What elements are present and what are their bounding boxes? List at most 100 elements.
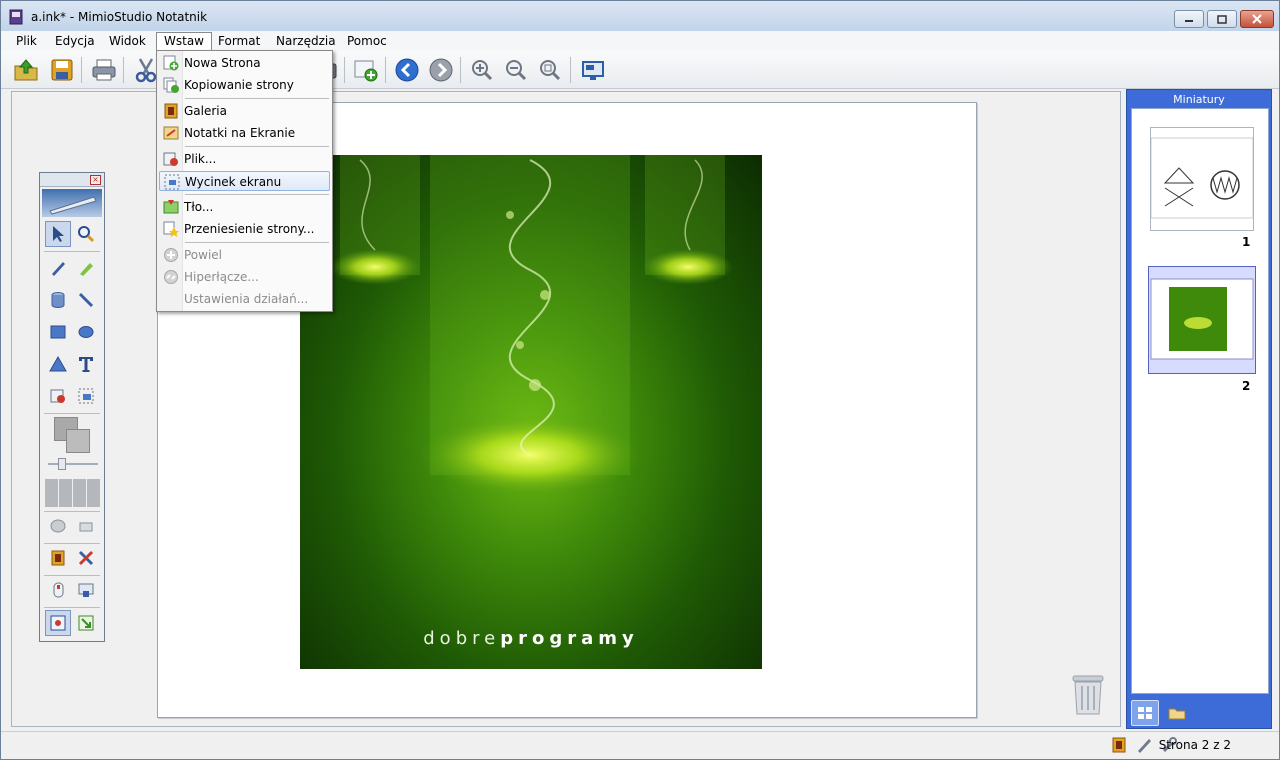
- palette-header[interactable]: ×: [40, 173, 104, 187]
- pen-tool[interactable]: [45, 255, 71, 281]
- desktop-tool[interactable]: [73, 577, 99, 603]
- palette-separator: [44, 511, 100, 512]
- eraser-icon: [79, 522, 93, 532]
- thumbnails-view-button[interactable]: [1131, 700, 1159, 726]
- menu-format[interactable]: Format: [211, 33, 267, 51]
- insert-image-tool[interactable]: [45, 383, 71, 409]
- zoom-out-icon: [506, 60, 527, 81]
- maximize-button[interactable]: [1207, 10, 1237, 28]
- line-icon: [78, 292, 94, 308]
- insert-menu-dropdown: Nowa Strona Kopiowanie strony Galeria No…: [156, 50, 333, 312]
- new-page-button[interactable]: [351, 55, 381, 85]
- triangle-tool[interactable]: [45, 351, 71, 377]
- next-page-button[interactable]: [426, 55, 456, 85]
- menu-item-copy-page[interactable]: Kopiowanie strony: [159, 75, 330, 95]
- zoom-tool[interactable]: [73, 221, 99, 247]
- pattern-grid[interactable]: [45, 479, 101, 507]
- palette-close-button[interactable]: ×: [90, 175, 101, 185]
- fill-tool[interactable]: [45, 287, 71, 313]
- pen-icon: [52, 262, 65, 276]
- zoom-in-button[interactable]: [467, 55, 497, 85]
- palette-tool[interactable]: [45, 513, 71, 539]
- paint-bucket-icon: [51, 292, 65, 308]
- menu-separator: [185, 194, 329, 195]
- minimize-button[interactable]: [1174, 10, 1204, 28]
- save-button[interactable]: [47, 55, 77, 85]
- menu-label: Nowa Strona: [184, 56, 261, 70]
- line-tool[interactable]: [73, 287, 99, 313]
- folder-icon: [1168, 708, 1186, 720]
- close-button[interactable]: [1240, 10, 1274, 28]
- text-tool[interactable]: [73, 351, 99, 377]
- status-pen-button[interactable]: [1134, 735, 1154, 755]
- menu-separator: [185, 146, 329, 147]
- menu-label: Przeniesienie strony...: [184, 222, 315, 236]
- palette-separator: [44, 575, 100, 576]
- menu-item-screen-notes[interactable]: Notatki na Ekranie: [159, 123, 330, 143]
- print-button[interactable]: [89, 55, 119, 85]
- wrench-brush-icon: [78, 550, 94, 566]
- gallery-icon: [1112, 737, 1126, 753]
- text-icon: [79, 357, 93, 372]
- status-bar: Strona 2 z 2: [1, 731, 1279, 759]
- menu-narzedzia[interactable]: Narzędzia: [269, 33, 343, 51]
- ellipse-tool[interactable]: [73, 319, 99, 345]
- toolbar-separator: [81, 57, 82, 83]
- highlighter-tool[interactable]: [73, 255, 99, 281]
- toolbar-separator: [460, 57, 461, 83]
- zoom-out-button[interactable]: [501, 55, 531, 85]
- menu-item-action-settings: Ustawienia działań...: [159, 289, 330, 309]
- mouse-mode-tool[interactable]: [45, 577, 71, 603]
- thumbnail-2-preview: [1150, 278, 1254, 360]
- export-tool[interactable]: [73, 610, 99, 636]
- menu-edycja[interactable]: Edycja: [48, 33, 102, 51]
- thumbnail-1-preview: [1150, 137, 1254, 219]
- color-swatch[interactable]: [54, 417, 90, 453]
- previous-page-button[interactable]: [392, 55, 422, 85]
- image-insert-icon: [50, 389, 65, 403]
- thickness-slider[interactable]: [48, 457, 98, 471]
- background-icon: [163, 200, 179, 214]
- close-icon: [1252, 14, 1262, 24]
- trash-icon[interactable]: [1070, 672, 1106, 716]
- menu-item-background[interactable]: Tło...: [159, 197, 330, 217]
- open-button[interactable]: [11, 55, 41, 85]
- status-gallery-button[interactable]: [1109, 735, 1129, 755]
- window-title: a.ink* - MimioStudio Notatnik: [31, 10, 208, 24]
- screen-clip-tool[interactable]: [73, 383, 99, 409]
- page-thumbnail-2[interactable]: [1148, 266, 1256, 374]
- menu-plik[interactable]: Plik: [9, 33, 44, 51]
- gallery-tool[interactable]: [45, 545, 71, 571]
- menu-item-new-page[interactable]: Nowa Strona: [159, 53, 330, 73]
- menu-wstaw[interactable]: Wstaw: [156, 32, 212, 50]
- rectangle-icon: [50, 325, 66, 339]
- eraser-tool[interactable]: [73, 513, 99, 539]
- scissors-icon: [135, 58, 157, 83]
- menu-item-gallery[interactable]: Galeria: [159, 101, 330, 121]
- screen-notes-icon: [163, 126, 179, 140]
- rectangle-tool[interactable]: [45, 319, 71, 345]
- palette-separator: [44, 543, 100, 544]
- capture-tool[interactable]: [45, 610, 71, 636]
- display-mode-button[interactable]: [578, 55, 608, 85]
- hyperlink-icon: [164, 270, 178, 284]
- menu-pomoc[interactable]: Pomoc: [340, 33, 394, 51]
- menu-label: Wycinek ekranu: [185, 175, 282, 189]
- menu-item-file[interactable]: Plik...: [159, 149, 330, 169]
- title-bar: a.ink* - MimioStudio Notatnik: [1, 1, 1279, 31]
- menu-label: Plik...: [184, 152, 217, 166]
- grid-view-icon: [1138, 707, 1152, 719]
- poster-caption: dobreprogramy: [300, 628, 762, 649]
- menu-item-page-transfer[interactable]: Przeniesienie strony...: [159, 219, 330, 239]
- tools-settings-tool[interactable]: [73, 545, 99, 571]
- folder-view-button[interactable]: [1163, 700, 1191, 726]
- page-thumbnail-1[interactable]: [1150, 127, 1254, 231]
- menu-item-screen-clip[interactable]: Wycinek ekranu: [159, 171, 330, 191]
- select-tool[interactable]: [45, 221, 71, 247]
- gallery-icon: [164, 103, 178, 119]
- zoom-fit-button[interactable]: [535, 55, 565, 85]
- page-number-2: 2: [1242, 379, 1251, 393]
- menu-widok[interactable]: Widok: [102, 33, 153, 51]
- poster-image[interactable]: dobreprogramy: [300, 155, 762, 669]
- menu-label: Ustawienia działań...: [184, 292, 309, 306]
